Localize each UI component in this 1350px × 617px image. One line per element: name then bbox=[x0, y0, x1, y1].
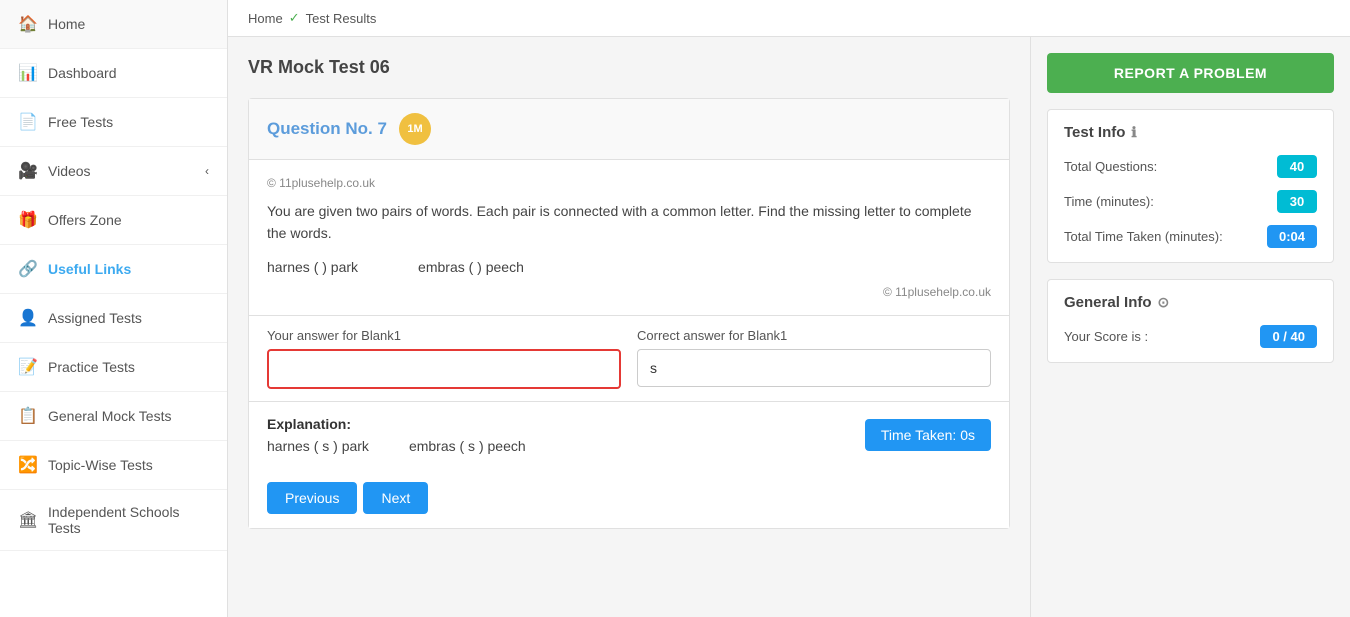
question-title: Question No. 7 bbox=[267, 119, 387, 139]
sidebar-item-videos[interactable]: 🎥 Videos ‹ bbox=[0, 147, 227, 196]
score-row: Your Score is : 0 / 40 bbox=[1064, 325, 1317, 348]
question-header: Question No. 7 1M bbox=[249, 99, 1009, 160]
chevron-icon: ‹ bbox=[205, 164, 209, 178]
sidebar-item-dashboard[interactable]: 📊 Dashboard bbox=[0, 49, 227, 98]
breadcrumb-current: Test Results bbox=[306, 11, 377, 26]
videos-icon: 🎥 bbox=[18, 161, 38, 181]
assigned-tests-icon: 👤 bbox=[18, 308, 38, 328]
time-taken-label: Total Time Taken (minutes): bbox=[1064, 229, 1223, 244]
previous-button[interactable]: Previous bbox=[267, 482, 357, 514]
nav-buttons: Previous Next bbox=[249, 468, 1009, 528]
sidebar-item-useful-links[interactable]: 🔗 Useful Links bbox=[0, 245, 227, 294]
test-title: VR Mock Test 06 bbox=[248, 57, 1010, 78]
sidebar-item-home[interactable]: 🏠 Home bbox=[0, 0, 227, 49]
question-badge: 1M bbox=[399, 113, 431, 145]
score-value: 0 / 40 bbox=[1260, 325, 1317, 348]
free-tests-icon: 📄 bbox=[18, 112, 38, 132]
test-info-title: Test Info ℹ bbox=[1064, 124, 1317, 141]
general-info-icon: ⊙ bbox=[1158, 294, 1170, 311]
question-text: You are given two pairs of words. Each p… bbox=[267, 200, 991, 245]
score-label: Your Score is : bbox=[1064, 329, 1148, 344]
your-answer-label: Your answer for Blank1 bbox=[267, 328, 621, 343]
explanation-words: harnes ( s ) park embras ( s ) peech bbox=[267, 438, 526, 454]
correct-answer-group: Correct answer for Blank1 bbox=[637, 328, 991, 389]
time-taken-badge: Time Taken: 0s bbox=[865, 419, 991, 451]
question-copyright: © 11plusehelp.co.uk bbox=[267, 176, 991, 190]
your-answer-group: Your answer for Blank1 bbox=[267, 328, 621, 389]
explanation-content: Explanation: harnes ( s ) park embras ( … bbox=[267, 416, 526, 454]
question-card: Question No. 7 1M © 11plusehelp.co.uk Yo… bbox=[248, 98, 1010, 529]
total-questions-value: 40 bbox=[1277, 155, 1317, 178]
total-questions-row: Total Questions: 40 bbox=[1064, 155, 1317, 178]
answer-section: Your answer for Blank1 Correct answer fo… bbox=[249, 315, 1009, 401]
report-problem-button[interactable]: REPORT A PROBLEM bbox=[1047, 53, 1334, 93]
next-button[interactable]: Next bbox=[363, 482, 428, 514]
explanation-section: Explanation: harnes ( s ) park embras ( … bbox=[249, 401, 1009, 468]
your-answer-input[interactable] bbox=[267, 349, 621, 389]
time-value: 30 bbox=[1277, 190, 1317, 213]
info-icon: ℹ bbox=[1131, 124, 1136, 141]
sidebar-item-practice-tests[interactable]: 📝 Practice Tests bbox=[0, 343, 227, 392]
question-body: © 11plusehelp.co.uk You are given two pa… bbox=[249, 160, 1009, 315]
word-pairs: harnes ( ) park embras ( ) peech bbox=[267, 259, 991, 275]
sidebar-item-independent-schools[interactable]: 🏛 Independent Schools Tests bbox=[0, 490, 227, 551]
explanation-title: Explanation: bbox=[267, 416, 526, 432]
sidebar-item-free-tests[interactable]: 📄 Free Tests bbox=[0, 98, 227, 147]
independent-schools-icon: 🏛 bbox=[18, 510, 38, 530]
word-pair-2: embras ( ) peech bbox=[418, 259, 524, 275]
sidebar-item-offers-zone[interactable]: 🎁 Offers Zone bbox=[0, 196, 227, 245]
sidebar-item-topic-wise-tests[interactable]: 🔀 Topic-Wise Tests bbox=[0, 441, 227, 490]
test-section: VR Mock Test 06 Question No. 7 1M © 11pl… bbox=[228, 37, 1030, 617]
total-questions-label: Total Questions: bbox=[1064, 159, 1157, 174]
time-taken-row: Total Time Taken (minutes): 0:04 bbox=[1064, 225, 1317, 248]
right-panel: REPORT A PROBLEM Test Info ℹ Total Quest… bbox=[1030, 37, 1350, 617]
test-info-card: Test Info ℹ Total Questions: 40 Time (mi… bbox=[1047, 109, 1334, 263]
sidebar-item-general-mock-tests[interactable]: 📋 General Mock Tests bbox=[0, 392, 227, 441]
time-label: Time (minutes): bbox=[1064, 194, 1154, 209]
general-info-card: General Info ⊙ Your Score is : 0 / 40 bbox=[1047, 279, 1334, 363]
sidebar-item-assigned-tests[interactable]: 👤 Assigned Tests bbox=[0, 294, 227, 343]
practice-tests-icon: 📝 bbox=[18, 357, 38, 377]
breadcrumb-home[interactable]: Home bbox=[248, 11, 283, 26]
explanation-word-2: embras ( s ) peech bbox=[409, 438, 526, 454]
sidebar: 🏠 Home 📊 Dashboard 📄 Free Tests 🎥 Videos… bbox=[0, 0, 228, 617]
topic-wise-icon: 🔀 bbox=[18, 455, 38, 475]
breadcrumb: Home ✓ Test Results bbox=[228, 0, 1350, 37]
content-area: VR Mock Test 06 Question No. 7 1M © 11pl… bbox=[228, 37, 1350, 617]
useful-links-icon: 🔗 bbox=[18, 259, 38, 279]
offers-icon: 🎁 bbox=[18, 210, 38, 230]
copyright-bottom: © 11plusehelp.co.uk bbox=[267, 285, 991, 299]
breadcrumb-check: ✓ bbox=[289, 10, 300, 26]
correct-answer-input bbox=[637, 349, 991, 387]
time-row: Time (minutes): 30 bbox=[1064, 190, 1317, 213]
home-icon: 🏠 bbox=[18, 14, 38, 34]
word-pair-1: harnes ( ) park bbox=[267, 259, 358, 275]
main-content: Home ✓ Test Results VR Mock Test 06 Ques… bbox=[228, 0, 1350, 617]
general-mock-icon: 📋 bbox=[18, 406, 38, 426]
time-taken-value: 0:04 bbox=[1267, 225, 1317, 248]
dashboard-icon: 📊 bbox=[18, 63, 38, 83]
general-info-title: General Info ⊙ bbox=[1064, 294, 1317, 311]
explanation-word-1: harnes ( s ) park bbox=[267, 438, 369, 454]
correct-answer-label: Correct answer for Blank1 bbox=[637, 328, 991, 343]
